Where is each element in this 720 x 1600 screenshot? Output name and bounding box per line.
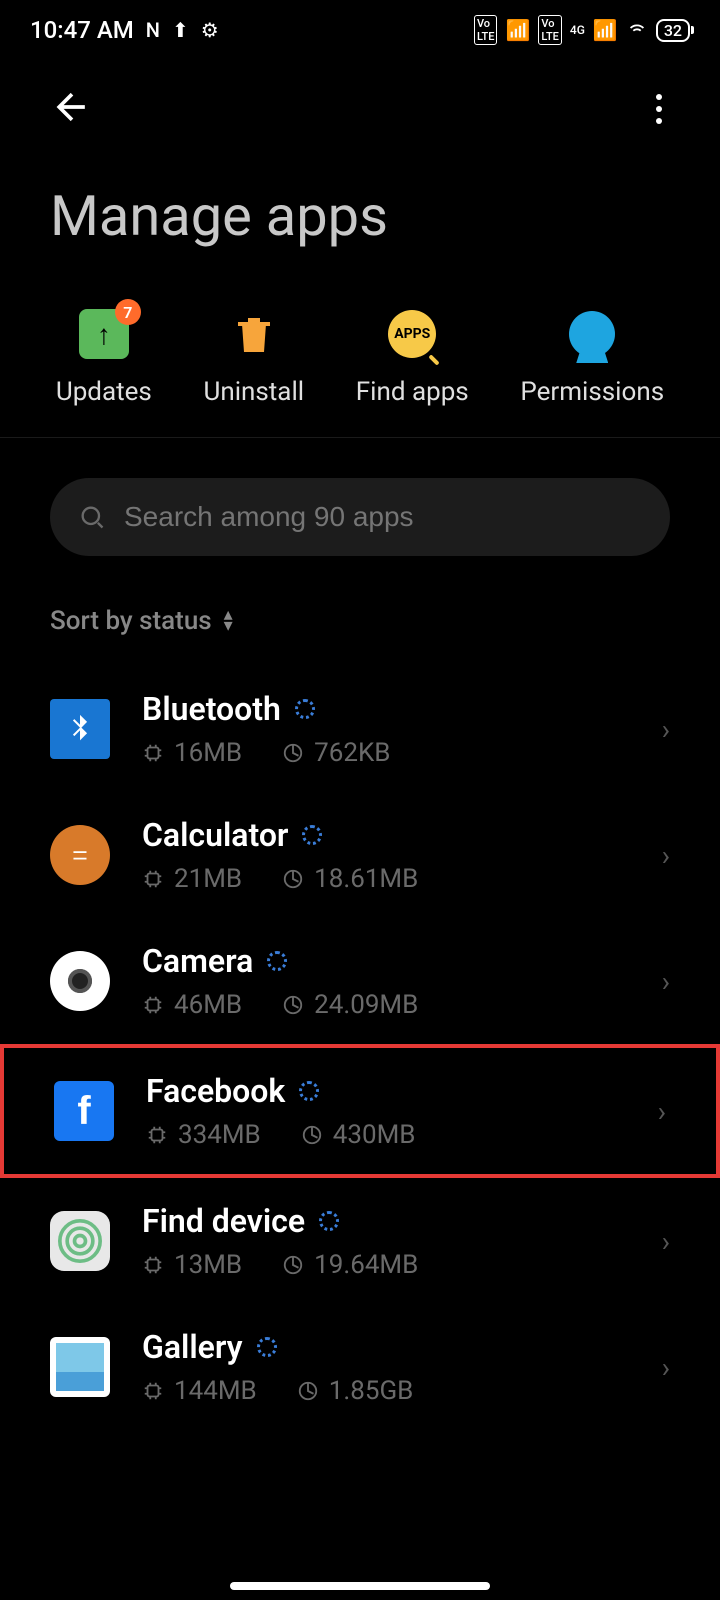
app-data: 762KB (314, 738, 390, 768)
volte-icon-2: VoLTE (538, 15, 562, 45)
find-apps-label: Find apps (356, 377, 469, 407)
data-icon (282, 742, 304, 764)
chevron-right-icon: › (662, 965, 670, 998)
find-apps-icon: APPS (388, 310, 436, 358)
data-icon (301, 1124, 323, 1146)
uninstall-label: Uninstall (203, 377, 304, 407)
permissions-button[interactable]: Permissions (520, 309, 664, 407)
home-indicator[interactable] (230, 1582, 490, 1590)
app-data: 24.09MB (314, 990, 418, 1020)
data-icon (282, 1254, 304, 1276)
app-list: Bluetooth 16MB 762KB › = Calculator 21MB… (0, 646, 720, 1430)
app-storage: 144MB (174, 1376, 257, 1406)
sort-label: Sort by status (50, 606, 212, 636)
spinner-icon (319, 1211, 339, 1231)
sort-button[interactable]: Sort by status ▴▾ (0, 576, 720, 646)
facebook-icon: f (54, 1081, 114, 1141)
app-row-find-device[interactable]: Find device 13MB 19.64MB › (0, 1178, 720, 1304)
signal-icon-2: 📶 (593, 18, 618, 42)
search-icon (78, 503, 106, 531)
app-storage: 46MB (174, 990, 242, 1020)
chevron-right-icon: › (662, 713, 670, 746)
gallery-icon (50, 1337, 110, 1397)
status-bar: 10:47 AM N ⬆ ⚙ VoLTE 📶 VoLTE 4G 📶 32 (0, 0, 720, 60)
spinner-icon (267, 951, 287, 971)
app-row-gallery[interactable]: Gallery 144MB 1.85GB › (0, 1304, 720, 1430)
search-bar[interactable] (50, 478, 670, 556)
app-storage: 16MB (174, 738, 242, 768)
trash-icon (229, 309, 279, 359)
page-title: Manage apps (0, 143, 720, 269)
volte-icon: VoLTE (474, 15, 498, 45)
search-input[interactable] (124, 501, 642, 533)
more-options-button[interactable] (656, 94, 670, 124)
action-row: 7 Updates Uninstall APPS Find apps Permi… (0, 269, 720, 438)
chevron-right-icon: › (662, 839, 670, 872)
uninstall-button[interactable]: Uninstall (203, 309, 304, 407)
back-button[interactable] (50, 85, 94, 133)
camera-icon (50, 951, 110, 1011)
spinner-icon (302, 825, 322, 845)
data-icon (297, 1380, 319, 1402)
chevron-right-icon: › (658, 1095, 666, 1128)
netflix-icon: N (146, 18, 160, 42)
app-name: Bluetooth (142, 690, 281, 728)
app-name: Camera (142, 942, 253, 980)
app-data: 1.85GB (329, 1376, 414, 1406)
chip-icon (142, 742, 164, 764)
chip-icon (142, 868, 164, 890)
chip-icon (142, 1254, 164, 1276)
upload-icon: ⬆ (172, 18, 189, 42)
status-time: 10:47 AM (30, 16, 134, 44)
app-row-calculator[interactable]: = Calculator 21MB 18.61MB › (0, 792, 720, 918)
battery-indicator: 32 (656, 19, 690, 42)
chip-icon (142, 994, 164, 1016)
nav-bar (0, 60, 720, 143)
app-row-facebook[interactable]: f Facebook 334MB 430MB › (0, 1044, 720, 1178)
app-name: Calculator (142, 816, 288, 854)
data-icon (282, 868, 304, 890)
spinner-icon (257, 1337, 277, 1357)
app-storage: 13MB (174, 1250, 242, 1280)
chip-icon (142, 1380, 164, 1402)
app-storage: 334MB (178, 1120, 261, 1150)
calculator-icon: = (50, 825, 110, 885)
updates-icon: 7 (79, 309, 129, 359)
gear-icon: ⚙ (201, 18, 219, 42)
app-data: 18.61MB (314, 864, 418, 894)
app-data: 19.64MB (314, 1250, 418, 1280)
app-data: 430MB (333, 1120, 416, 1150)
app-row-bluetooth[interactable]: Bluetooth 16MB 762KB › (0, 666, 720, 792)
find-device-icon (50, 1211, 110, 1271)
updates-badge: 7 (115, 299, 141, 325)
updates-button[interactable]: 7 Updates (56, 309, 152, 407)
app-name: Facebook (146, 1072, 285, 1110)
spinner-icon (295, 699, 315, 719)
chevron-right-icon: › (662, 1351, 670, 1384)
find-apps-button[interactable]: APPS Find apps (356, 309, 469, 407)
network-type: 4G (570, 23, 585, 37)
permissions-label: Permissions (520, 377, 664, 407)
app-name: Gallery (142, 1328, 243, 1366)
signal-icon-1: 📶 (505, 18, 530, 42)
app-name: Find device (142, 1202, 305, 1240)
app-storage: 21MB (174, 864, 242, 894)
updates-label: Updates (56, 377, 152, 407)
sort-chevron-icon: ▴▾ (224, 610, 233, 632)
wifi-icon (626, 17, 648, 44)
spinner-icon (299, 1081, 319, 1101)
chevron-right-icon: › (662, 1225, 670, 1258)
permissions-icon (569, 311, 615, 357)
app-row-camera[interactable]: Camera 46MB 24.09MB › (0, 918, 720, 1044)
chip-icon (146, 1124, 168, 1146)
bluetooth-icon (50, 699, 110, 759)
data-icon (282, 994, 304, 1016)
